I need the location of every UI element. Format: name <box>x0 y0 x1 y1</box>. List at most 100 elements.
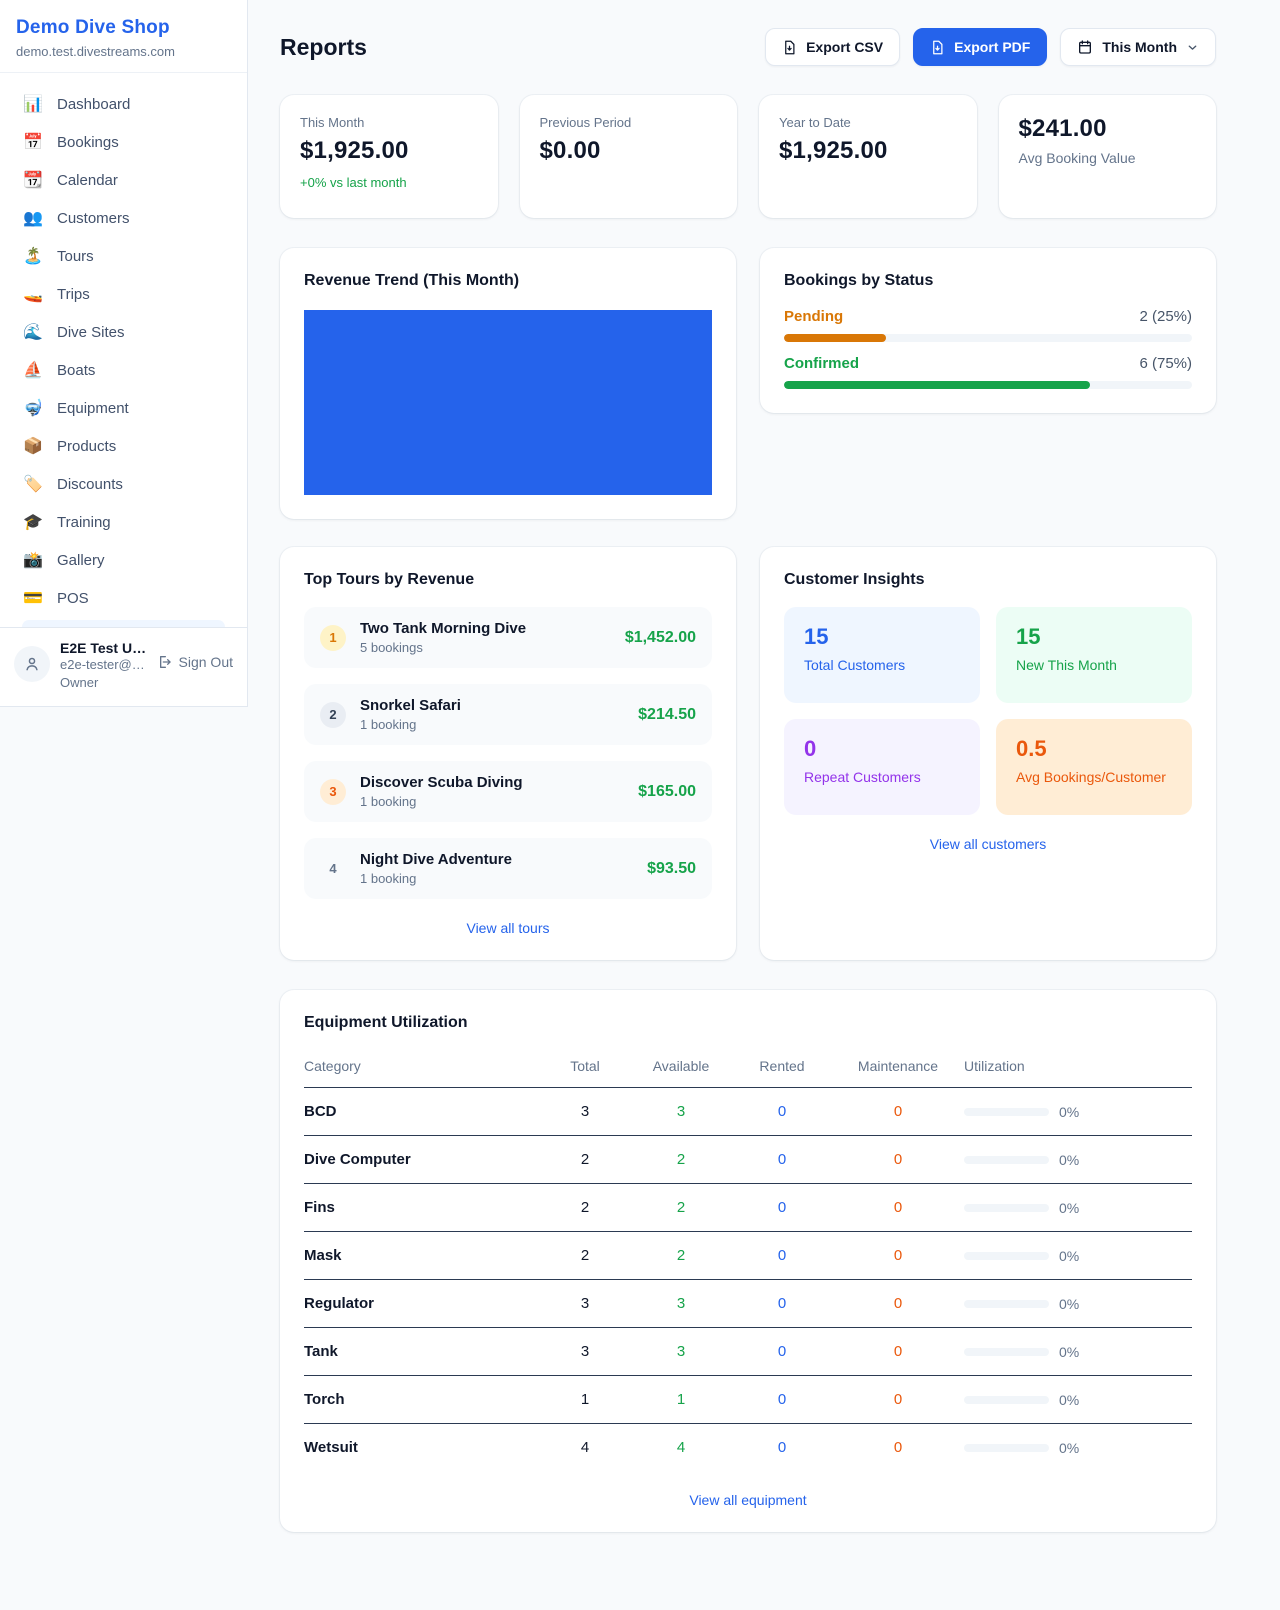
stat-value: $241.00 <box>1019 115 1197 143</box>
tile-repeat-customers: 0 Repeat Customers <box>784 719 980 815</box>
tour-name: Discover Scuba Diving <box>360 774 523 791</box>
sidebar-item-label: Dive Sites <box>57 324 125 341</box>
user-name: E2E Test U… <box>60 640 146 656</box>
cell-utilization: 0% <box>964 1088 1192 1136</box>
sidebar-item-pos[interactable]: 💳 POS <box>12 580 235 617</box>
user-footer: E2E Test U… e2e-tester@… Owner Sign Out <box>0 627 247 706</box>
progress-bar <box>784 334 1192 342</box>
progress-bar-fill <box>784 334 886 342</box>
app-root: Demo Dive Shop demo.test.divestreams.com… <box>0 0 1280 1572</box>
person-icon <box>23 655 41 673</box>
package-icon: 📦 <box>22 439 44 455</box>
tour-bookings: 1 booking <box>360 717 461 732</box>
cell-utilization: 0% <box>964 1280 1192 1328</box>
sidebar-item-trips[interactable]: 🚤 Trips <box>12 276 235 313</box>
sidebar-item-equipment[interactable]: 🤿 Equipment <box>12 390 235 427</box>
sidebar-item-discounts[interactable]: 🏷️ Discounts <box>12 466 235 503</box>
sidebar-item-label: Calendar <box>57 172 118 189</box>
status-row-confirmed: Confirmed 6 (75%) <box>784 355 1192 389</box>
rank-badge: 4 <box>320 856 346 882</box>
export-pdf-button[interactable]: Export PDF <box>913 28 1047 66</box>
page-header: Reports Export CSV Export PDF <box>280 28 1216 66</box>
panel-title: Equipment Utilization <box>304 1014 1192 1032</box>
utilization-bar <box>964 1156 1049 1164</box>
tile-label: New This Month <box>1016 657 1172 673</box>
cell-available: 3 <box>630 1280 732 1328</box>
tag-icon: 🏷️ <box>22 477 44 493</box>
cell-available: 2 <box>630 1136 732 1184</box>
wave-icon: 🌊 <box>22 325 44 341</box>
cell-available: 4 <box>630 1424 732 1472</box>
sidebar-item-label: Products <box>57 438 116 455</box>
cell-available: 3 <box>630 1328 732 1376</box>
table-row: Tank 3 3 0 0 0% <box>304 1328 1192 1376</box>
chevron-down-icon <box>1186 41 1199 54</box>
cell-total: 3 <box>540 1328 630 1376</box>
revenue-trend-panel: Revenue Trend (This Month) <box>280 248 736 519</box>
sidebar-item-training[interactable]: 🎓 Training <box>12 504 235 541</box>
tour-amount: $1,452.00 <box>625 629 696 647</box>
cell-rented: 0 <box>732 1376 832 1424</box>
panels-row-2: Top Tours by Revenue 1 Two Tank Morning … <box>280 547 1216 960</box>
stat-card-year-to-date: Year to Date $1,925.00 <box>759 95 977 218</box>
sidebar-item-tours[interactable]: 🏝️ Tours <box>12 238 235 275</box>
col-available: Available <box>630 1050 732 1088</box>
graduation-cap-icon: 🎓 <box>22 515 44 531</box>
tour-bookings: 1 booking <box>360 794 523 809</box>
utilization-bar <box>964 1252 1049 1260</box>
cell-rented: 0 <box>732 1088 832 1136</box>
export-csv-button[interactable]: Export CSV <box>765 28 900 66</box>
cell-maintenance: 0 <box>832 1328 964 1376</box>
sidebar-item-dive-sites[interactable]: 🌊 Dive Sites <box>12 314 235 351</box>
view-all-tours-link[interactable]: View all tours <box>304 920 712 936</box>
sidebar-item-dashboard[interactable]: 📊 Dashboard <box>12 86 235 123</box>
sidebar-item-label: Gallery <box>57 552 105 569</box>
cell-category: Tank <box>304 1328 540 1376</box>
cell-utilization: 0% <box>964 1424 1192 1472</box>
sidebar-item-calendar[interactable]: 📆 Calendar <box>12 162 235 199</box>
stat-card-previous-period: Previous Period $0.00 <box>520 95 738 218</box>
cell-total: 1 <box>540 1376 630 1424</box>
cell-maintenance: 0 <box>832 1424 964 1472</box>
view-all-equipment-link[interactable]: View all equipment <box>304 1492 1192 1508</box>
sidebar-item-label: Boats <box>57 362 95 379</box>
cell-rented: 0 <box>732 1184 832 1232</box>
tour-row: 3 Discover Scuba Diving 1 booking $165.0… <box>304 761 712 822</box>
tile-new-this-month: 15 New This Month <box>996 607 1192 703</box>
cell-total: 4 <box>540 1424 630 1472</box>
col-rented: Rented <box>732 1050 832 1088</box>
file-download-icon <box>930 40 945 55</box>
sign-out-button[interactable]: Sign Out <box>156 640 233 670</box>
stat-label: Year to Date <box>779 115 957 130</box>
col-category: Category <box>304 1050 540 1088</box>
sidebar-item-gallery[interactable]: 📸 Gallery <box>12 542 235 579</box>
status-label: Confirmed <box>784 355 859 372</box>
stat-card-this-month: This Month $1,925.00 +0% vs last month <box>280 95 498 218</box>
sidebar-item-boats[interactable]: ⛵ Boats <box>12 352 235 389</box>
panel-title: Customer Insights <box>784 571 1192 589</box>
status-count: 2 (25%) <box>1139 308 1192 325</box>
period-dropdown[interactable]: This Month <box>1060 28 1216 66</box>
sidebar-item-products[interactable]: 📦 Products <box>12 428 235 465</box>
cell-available: 1 <box>630 1376 732 1424</box>
status-count: 6 (75%) <box>1139 355 1192 372</box>
sidebar-item-label: Equipment <box>57 400 129 417</box>
stat-value: $1,925.00 <box>300 137 478 165</box>
camera-icon: 📸 <box>22 553 44 569</box>
sidebar-item-bookings[interactable]: 📅 Bookings <box>12 124 235 161</box>
sidebar-nav: 📊 Dashboard 📅 Bookings 📆 Calendar 👥 Cust… <box>0 73 247 627</box>
tour-amount: $214.50 <box>638 706 696 724</box>
cell-rented: 0 <box>732 1232 832 1280</box>
cell-rented: 0 <box>732 1136 832 1184</box>
stat-cards: This Month $1,925.00 +0% vs last month P… <box>280 95 1216 218</box>
view-all-customers-link[interactable]: View all customers <box>784 836 1192 852</box>
sidebar-item-label: Trips <box>57 286 90 303</box>
tour-amount: $165.00 <box>638 783 696 801</box>
sidebar-item-reports-active-partial[interactable] <box>22 620 225 627</box>
tile-label: Repeat Customers <box>804 769 960 785</box>
page-title: Reports <box>280 34 367 61</box>
stat-delta: +0% vs last month <box>300 175 478 190</box>
sidebar-item-customers[interactable]: 👥 Customers <box>12 200 235 237</box>
cell-total: 2 <box>540 1136 630 1184</box>
table-row: Fins 2 2 0 0 0% <box>304 1184 1192 1232</box>
